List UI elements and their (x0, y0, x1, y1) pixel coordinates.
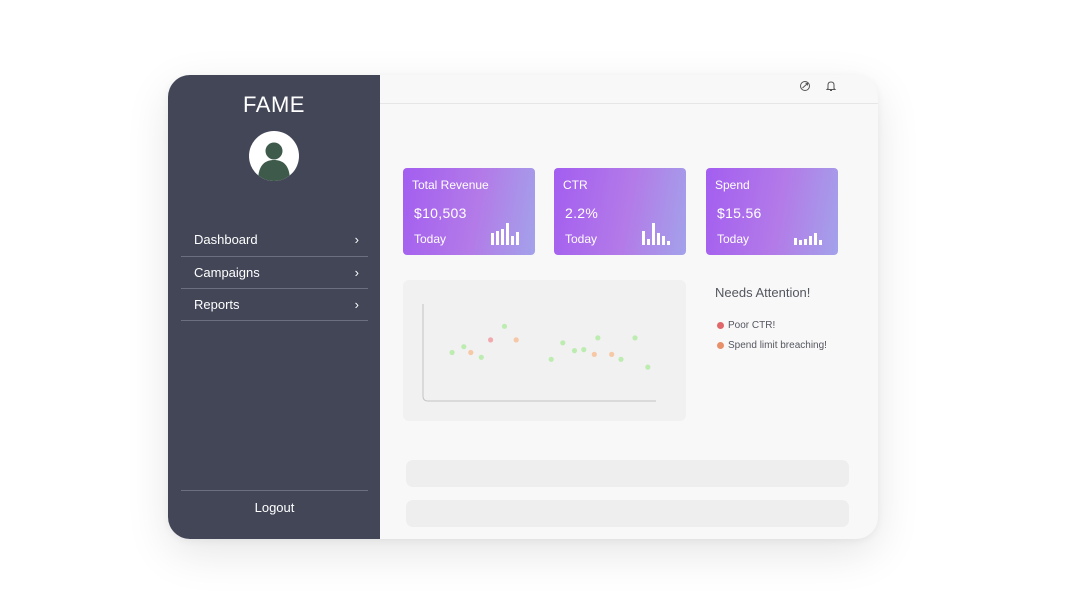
spend-card[interactable]: Spend $15.56 Today (706, 168, 838, 255)
attention-list: Poor CTR! Spend limit breaching! (717, 315, 827, 355)
attention-item-poor-ctr[interactable]: Poor CTR! (717, 315, 827, 335)
card-period: Today (414, 232, 447, 246)
status-dot-icon (717, 341, 724, 349)
chevron-right-icon: › (354, 231, 359, 247)
total-revenue-card[interactable]: Total Revenue $10,503 Today (403, 168, 535, 255)
refresh-icon[interactable] (799, 80, 811, 92)
sidebar-nav: Dashboard › Campaigns › Reports › (181, 222, 368, 321)
chevron-right-icon: › (354, 297, 359, 312)
chevron-right-icon: › (354, 265, 359, 280)
sidebar-item-label: Reports (194, 297, 240, 312)
loading-placeholder-row (406, 500, 849, 527)
card-value: $10,503 (414, 205, 467, 221)
brand-logo: FAME (243, 92, 305, 117)
bar-chart-icon (491, 223, 519, 245)
card-period: Today (717, 232, 750, 246)
scatter-point-s0-3 (501, 323, 508, 329)
sidebar-item-reports[interactable]: Reports › (181, 289, 368, 321)
bar-chart-icon (794, 233, 822, 245)
card-title: Spend (715, 178, 750, 192)
avatar[interactable] (249, 131, 299, 181)
scatter-point-s0-5 (560, 340, 566, 346)
card-value: $15.56 (717, 205, 762, 221)
scatter-point-s0-11 (645, 364, 651, 370)
scatter-point-s0-4 (548, 356, 554, 362)
scatter-point-s0-7 (581, 347, 587, 353)
scatter-chart (422, 304, 656, 402)
user-icon (258, 142, 290, 181)
scatter-point-s0-6 (571, 348, 578, 354)
sidebar-item-dashboard[interactable]: Dashboard › (181, 222, 368, 257)
scatter-point-s0-10 (632, 335, 638, 341)
scatter-chart-panel (403, 280, 686, 421)
card-value: 2.2% (565, 205, 599, 221)
scatter-point-s0-8 (595, 335, 601, 341)
scatter-point-s1-0 (468, 349, 474, 356)
sidebar: FAME Dashboard › Campaigns › Reports › L… (168, 75, 380, 539)
loading-placeholder-row (406, 460, 849, 487)
chart-axes (422, 304, 656, 402)
sidebar-item-campaigns[interactable]: Campaigns › (181, 257, 368, 289)
status-dot-icon (717, 321, 724, 329)
attention-item-spend-limit[interactable]: Spend limit breaching! (717, 335, 827, 355)
logout-button[interactable]: Logout (255, 500, 295, 515)
scatter-point-s0-0 (449, 349, 455, 356)
app-window: FAME Dashboard › Campaigns › Reports › L… (168, 75, 878, 539)
card-title: Total Revenue (412, 178, 489, 192)
scatter-point-s1-2 (591, 351, 597, 357)
attention-item-label: Spend limit breaching! (728, 339, 827, 351)
bell-icon[interactable] (825, 80, 837, 92)
scatter-point-s2-0 (488, 337, 494, 343)
sidebar-item-label: Campaigns (194, 265, 260, 280)
card-period: Today (565, 232, 598, 246)
bar-chart-icon (642, 223, 670, 245)
scatter-point-s1-1 (513, 337, 519, 343)
scatter-point-s0-9 (618, 356, 624, 362)
logout-section: Logout (181, 490, 368, 517)
ctr-card[interactable]: CTR 2.2% Today (554, 168, 686, 255)
card-title: CTR (563, 178, 588, 192)
top-bar (380, 75, 878, 104)
attention-title: Needs Attention! (715, 285, 811, 300)
attention-item-label: Poor CTR! (728, 319, 776, 331)
scatter-point-s0-1 (461, 344, 467, 350)
scatter-point-s0-2 (478, 354, 484, 360)
sidebar-item-label: Dashboard (194, 231, 258, 247)
scatter-point-s1-3 (609, 351, 615, 357)
